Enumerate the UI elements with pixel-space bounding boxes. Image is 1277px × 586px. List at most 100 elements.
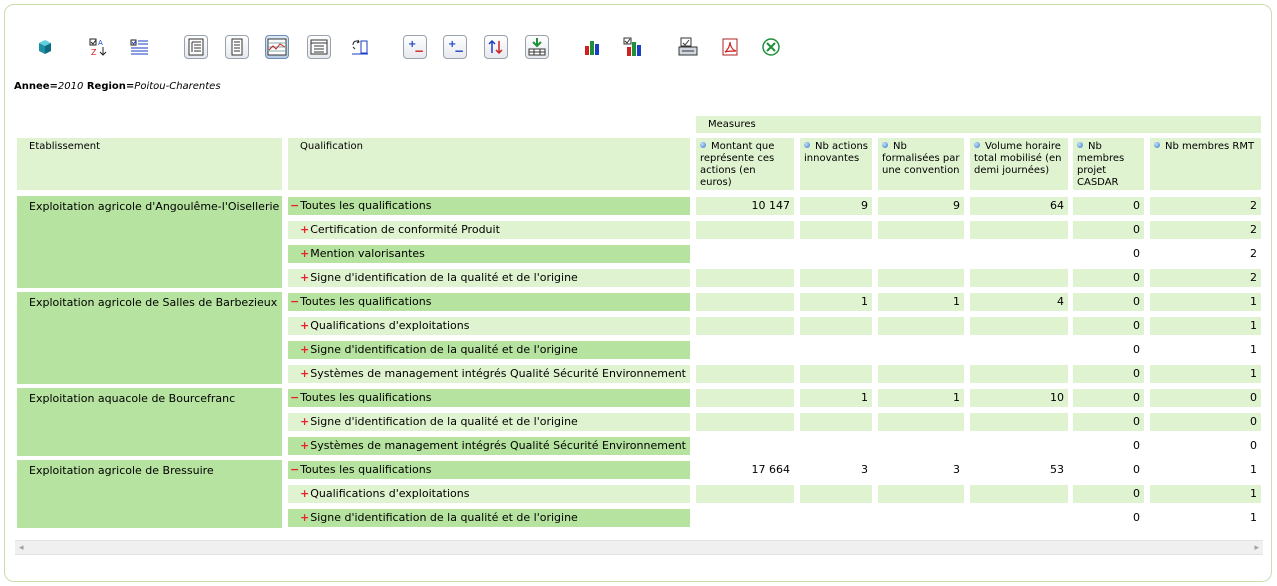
measure-header-4[interactable]: Volume horaire total mobilisé (en demi j… [970, 138, 1068, 190]
expand-plus-icon[interactable]: + [300, 319, 309, 332]
qualification-row[interactable]: −Toutes les qualifications [288, 293, 690, 311]
value-cell [800, 245, 872, 263]
cube-icon [36, 38, 54, 56]
qualification-header[interactable]: Qualification [288, 138, 690, 190]
etablissement-cell: Exploitation agricole d'Angoulême-l'Oise… [17, 196, 282, 288]
value-cell: 0 [1073, 461, 1144, 479]
qualification-label: Systèmes de management intégrés Qualité … [310, 439, 686, 452]
qualification-label: Mention valorisantes [310, 247, 425, 260]
swap-sort-button[interactable] [484, 35, 508, 59]
column-view-button[interactable] [225, 35, 249, 59]
qualification-row[interactable]: +Certification de conformité Produit [288, 221, 690, 239]
qualification-row[interactable]: −Toutes les qualifications [288, 197, 690, 215]
qualification-row[interactable]: +Qualifications d'exploitations [288, 317, 690, 335]
qualification-row[interactable]: +Signe d'identification de la qualité et… [288, 509, 690, 527]
value-cell [878, 341, 964, 359]
collapse-all-icon: + − [406, 38, 424, 56]
qualification-label: Toutes les qualifications [300, 463, 432, 476]
qualification-row[interactable]: +Mention valorisantes [288, 245, 690, 263]
value-cell: 1 [800, 389, 872, 407]
qualification-label: Signe d'identification de la qualité et … [310, 415, 578, 428]
value-cell [800, 509, 872, 527]
horizontal-scrollbar[interactable]: ◂ ▸ [15, 540, 1263, 555]
collapse-all-button[interactable]: + − [403, 35, 427, 59]
filter-annee-value: 2010 [57, 81, 84, 92]
value-cell [970, 437, 1068, 455]
drill-down-button[interactable] [525, 35, 549, 59]
expand-icon: + − [446, 38, 464, 56]
expand-plus-icon[interactable]: + [300, 271, 309, 284]
qualification-row[interactable]: +Signe d'identification de la qualité et… [288, 341, 690, 359]
collapse-minus-icon[interactable]: − [290, 391, 299, 404]
cube-button[interactable] [33, 35, 57, 59]
expand-plus-icon[interactable]: + [300, 415, 309, 428]
expand-plus-icon[interactable]: + [300, 343, 309, 356]
bar-chart-config-button[interactable] [621, 35, 645, 59]
qualification-row[interactable]: −Toutes les qualifications [288, 461, 690, 479]
measure-bullet-icon [700, 142, 706, 148]
qualification-row[interactable]: +Signe d'identification de la qualité et… [288, 413, 690, 431]
measure-bullet-icon [882, 142, 888, 148]
pdf-export-button[interactable] [718, 35, 742, 59]
measure-header-2[interactable]: Nb actions innovantes [800, 138, 872, 190]
etablissement-cell: Exploitation agricole de Salles de Barbe… [17, 292, 282, 384]
measure-header-3[interactable]: Nb formalisées par une convention [878, 138, 964, 190]
value-cell: 0 [1073, 293, 1144, 311]
table-view-button[interactable] [307, 35, 331, 59]
value-cell: 0 [1073, 317, 1144, 335]
value-cell: 0 [1073, 485, 1144, 503]
value-cell [696, 341, 794, 359]
etablissement-header[interactable]: Etablissement [17, 138, 282, 190]
svg-text:−: − [414, 44, 424, 56]
print-config-icon [678, 37, 698, 57]
measure-header-1[interactable]: Montant que représente ces actions (en e… [696, 138, 794, 190]
filter-summary: Annee=2010 Region=Poitou-Charentes [14, 81, 221, 92]
value-cell [696, 509, 794, 527]
value-cell: 0 [1150, 389, 1261, 407]
value-cell [970, 485, 1068, 503]
value-cell: 0 [1073, 437, 1144, 455]
collapse-minus-icon[interactable]: − [290, 199, 299, 212]
qualification-row[interactable]: +Signe d'identification de la qualité et… [288, 269, 690, 287]
expand-plus-icon[interactable]: + [300, 223, 309, 236]
collapse-minus-icon[interactable]: − [290, 463, 299, 476]
sort-az-button[interactable]: AZ [87, 35, 111, 59]
value-cell [800, 365, 872, 383]
value-cell [878, 485, 964, 503]
expand-plus-icon[interactable]: + [300, 511, 309, 524]
value-cell: 0 [1073, 365, 1144, 383]
chart-grid-button[interactable] [265, 35, 289, 59]
value-cell [878, 509, 964, 527]
value-cell: 17 664 [696, 461, 794, 479]
qualification-row[interactable]: −Toutes les qualifications [288, 389, 690, 407]
measure-header-5[interactable]: Nb membres projet CASDAR [1073, 138, 1144, 190]
svg-text:A: A [98, 39, 103, 47]
qualification-row[interactable]: +Qualifications d'exploitations [288, 485, 690, 503]
scroll-left-icon[interactable]: ◂ [19, 543, 24, 553]
value-cell [878, 437, 964, 455]
qualification-row[interactable]: +Systèmes de management intégrés Qualité… [288, 437, 690, 455]
measure-bullet-icon [1154, 142, 1160, 148]
sort-list-button[interactable] [128, 35, 152, 59]
etablissement-cell: Exploitation agricole de Bressuire [17, 460, 282, 528]
bar-chart-button[interactable] [580, 35, 604, 59]
print-config-button[interactable] [676, 35, 700, 59]
value-cell [696, 365, 794, 383]
expand-plus-icon[interactable]: + [300, 487, 309, 500]
expand-plus-icon[interactable]: + [300, 439, 309, 452]
expand-button[interactable]: + − [443, 35, 467, 59]
value-cell [878, 317, 964, 335]
scroll-right-icon[interactable]: ▸ [1254, 543, 1259, 553]
swap-axes-button[interactable] [348, 35, 372, 59]
qualification-row[interactable]: +Systèmes de management intégrés Qualité… [288, 365, 690, 383]
value-cell: 1 [1150, 293, 1261, 311]
expand-plus-icon[interactable]: + [300, 367, 309, 380]
expand-plus-icon[interactable]: + [300, 247, 309, 260]
qualification-header-label: Qualification [300, 141, 363, 152]
measure-header-6[interactable]: Nb membres RMT [1150, 138, 1261, 190]
measure-bullet-icon [974, 142, 980, 148]
collapse-minus-icon[interactable]: − [290, 295, 299, 308]
tree-view-button[interactable] [184, 35, 208, 59]
excel-export-button[interactable] [759, 35, 783, 59]
measure-header-label: Montant que représente ces actions (en e… [700, 141, 775, 188]
